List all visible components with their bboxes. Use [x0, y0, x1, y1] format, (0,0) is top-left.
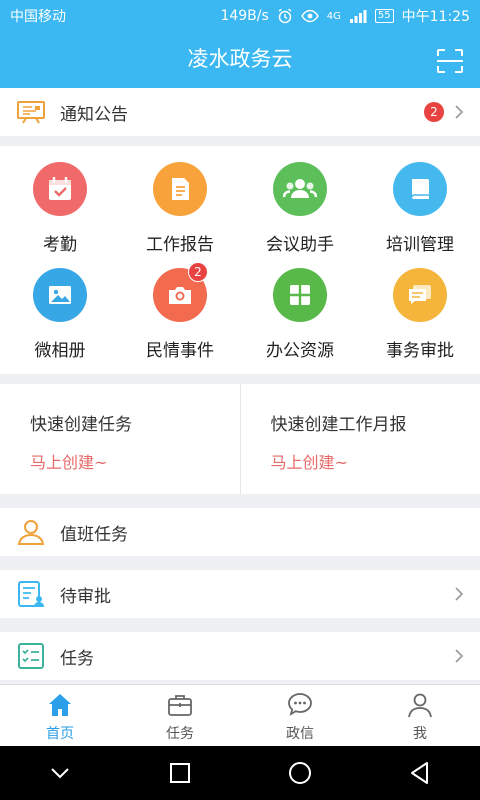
notice-badge: 2 [424, 102, 444, 122]
chevron-right-icon [455, 587, 464, 601]
checklist-icon [18, 643, 44, 669]
carrier-label: 中国移动 [10, 9, 66, 25]
task-row[interactable]: 任务 [0, 632, 480, 680]
app-label: 微相册 [34, 341, 86, 361]
chat-bubble-icon [288, 693, 312, 716]
title-bar: 凌水政务云 [0, 32, 480, 88]
pending-approval-row[interactable]: 待审批 [0, 570, 480, 618]
app-label: 民情事件 [146, 341, 214, 361]
user-icon [408, 693, 432, 718]
tab-messages[interactable]: 政信 [240, 685, 360, 746]
tab-label: 政信 [286, 726, 314, 742]
app-public-events[interactable]: 2 民情事件 [120, 262, 240, 374]
scan-icon[interactable] [436, 48, 464, 74]
camera-icon [169, 287, 191, 304]
task-label: 任务 [60, 648, 94, 669]
alarm-icon [278, 8, 292, 24]
app-label: 会议助手 [266, 235, 334, 255]
app-resources-circle [273, 268, 327, 322]
quick-task-title: 快速创建任务 [30, 415, 132, 435]
calendar-check-icon [49, 177, 71, 200]
app-meeting-circle [273, 162, 327, 216]
people-icon [283, 179, 317, 198]
home-circle-icon[interactable] [287, 760, 313, 786]
recents-square-icon[interactable] [167, 760, 193, 786]
app-training-circle [393, 162, 447, 216]
tab-label: 任务 [166, 726, 194, 742]
tab-tasks[interactable]: 任务 [120, 685, 240, 746]
bottom-tab-bar: 首页 任务 政信 我 [0, 684, 480, 746]
duty-task-row[interactable]: 值班任务 [0, 508, 480, 556]
notice-label: 通知公告 [60, 104, 128, 125]
chevron-right-icon [455, 649, 464, 663]
network-type: 4G [326, 10, 341, 22]
approval-form-icon [18, 581, 44, 607]
briefcase-icon [168, 695, 192, 716]
photo-icon [49, 286, 71, 304]
back-triangle-icon[interactable] [407, 760, 433, 786]
status-indicators: 149B/s 4G 55 中午11:25 [220, 6, 470, 26]
quick-task-link[interactable]: 马上创建~ [30, 449, 240, 473]
tab-me[interactable]: 我 [360, 685, 480, 746]
quick-create-panel: 快速创建任务 马上创建~ 快速创建工作月报 马上创建~ [0, 384, 480, 494]
clock: 中午11:25 [401, 9, 470, 25]
notice-row[interactable]: 通知公告 2 [0, 88, 480, 136]
book-icon [411, 179, 429, 199]
quick-create-monthly-report[interactable]: 快速创建工作月报 马上创建~ [239, 384, 480, 494]
signal-icon [349, 10, 367, 23]
app-approval-circle [393, 268, 447, 322]
app-training[interactable]: 培训管理 [360, 162, 480, 268]
tab-home[interactable]: 首页 [0, 685, 120, 746]
events-badge: 2 [188, 262, 208, 282]
battery-level: 55 [374, 9, 394, 23]
home-icon [49, 694, 71, 716]
app-approval[interactable]: 事务审批 [360, 268, 480, 374]
quick-create-task[interactable]: 快速创建任务 马上创建~ [0, 384, 240, 494]
grid-icon [290, 285, 310, 305]
app-label: 办公资源 [266, 341, 334, 361]
app-grid: 考勤 工作报告 会议助手 培训管理 微相册 2 民情事件 办公资源 事务审批 [0, 146, 480, 374]
announcement-board-icon [17, 101, 45, 124]
chevron-right-icon [455, 105, 464, 119]
app-attendance-circle [33, 162, 87, 216]
page-title: 凌水政务云 [187, 47, 293, 71]
tab-label: 我 [413, 726, 427, 742]
pending-approval-label: 待审批 [60, 586, 111, 607]
quick-report-title: 快速创建工作月报 [270, 415, 407, 435]
network-speed: 149B/s [220, 8, 269, 24]
app-office-resources[interactable]: 办公资源 [240, 268, 360, 374]
eye-icon [300, 9, 319, 23]
app-work-report[interactable]: 工作报告 [120, 162, 240, 268]
system-nav-bar [0, 746, 480, 800]
app-attendance[interactable]: 考勤 [0, 162, 120, 268]
app-album-circle [33, 268, 87, 322]
person-icon [17, 520, 45, 545]
app-label: 工作报告 [146, 235, 214, 255]
chat-docs-icon [409, 285, 431, 304]
document-icon [172, 178, 189, 200]
app-label: 培训管理 [386, 235, 454, 255]
tab-label: 首页 [46, 726, 74, 742]
quick-report-link[interactable]: 马上创建~ [271, 449, 480, 473]
app-meeting-assistant[interactable]: 会议助手 [240, 162, 360, 268]
notice-right: 2 [424, 102, 464, 122]
app-label: 考勤 [43, 235, 77, 255]
app-photo-album[interactable]: 微相册 [0, 268, 120, 374]
app-label: 事务审批 [386, 341, 454, 361]
chevron-down-icon[interactable] [47, 760, 73, 786]
status-bar: 中国移动 149B/s 4G 55 中午11:25 [0, 0, 480, 32]
app-work-report-circle [153, 162, 207, 216]
duty-task-label: 值班任务 [60, 524, 128, 545]
